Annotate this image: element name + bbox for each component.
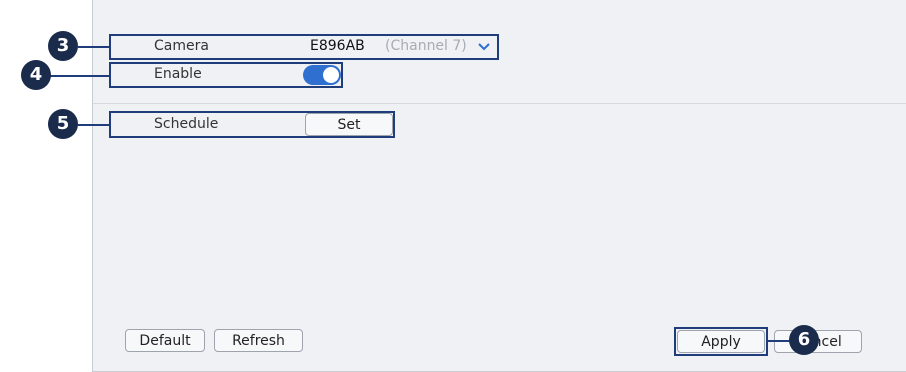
camera-label: Camera [154,38,209,54]
callout-6-badge: 6 [789,325,819,355]
callout-4-badge: 4 [21,60,51,90]
enable-toggle[interactable] [303,65,341,85]
camera-select[interactable]: E896AB (Channel 7) [303,36,497,58]
default-button[interactable]: Default [125,329,205,352]
camera-select-channel: (Channel 7) [385,38,467,54]
callout-5-leader [78,124,110,126]
chevron-down-icon [478,43,490,51]
callout-5-badge: 5 [48,109,78,139]
callout-4-leader [50,75,110,77]
apply-button[interactable]: Apply [677,330,765,353]
section-divider [93,103,906,104]
schedule-label: Schedule [154,116,219,132]
callout-3-leader [78,46,110,48]
callout-3-badge: 3 [48,31,78,61]
set-schedule-button[interactable]: Set [305,113,393,136]
camera-select-value: E896AB [310,38,365,54]
enable-label: Enable [154,66,202,82]
toggle-knob [323,67,339,83]
refresh-button[interactable]: Refresh [214,329,303,352]
